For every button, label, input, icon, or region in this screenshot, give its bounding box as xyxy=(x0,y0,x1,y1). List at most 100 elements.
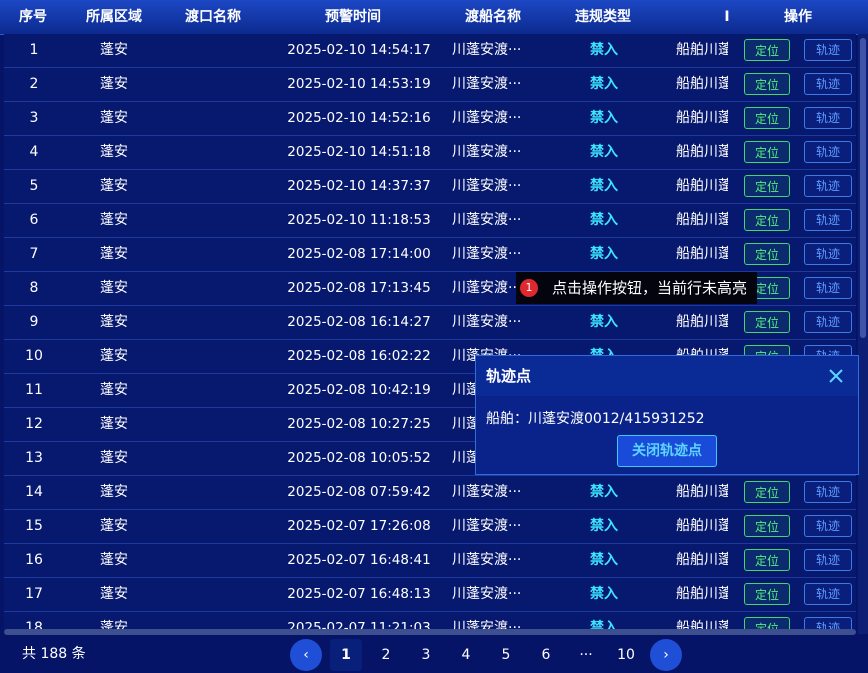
row-extra-text: 船舶川蓬 xyxy=(676,484,728,500)
row-area: 蓬安 xyxy=(100,552,128,568)
row-warning-time: 2025-02-10 11:18:53 xyxy=(287,212,431,228)
row-area: 蓬安 xyxy=(100,76,128,92)
track-button[interactable]: 轨迹 xyxy=(804,311,852,333)
table-row: 15 蓬安 2025-02-07 17:26:08 川蓬安渡··· 禁入 船舶川蓬 定位 轨迹 xyxy=(4,510,856,544)
locate-button[interactable]: 定位 xyxy=(744,243,790,265)
locate-button[interactable]: 定位 xyxy=(744,481,790,503)
row-vessel-name: 川蓬安渡··· xyxy=(452,518,522,534)
row-warning-time: 2025-02-07 16:48:13 xyxy=(287,586,431,602)
row-extra-text: 船舶川蓬 xyxy=(676,110,728,126)
next-page-button[interactable]: › xyxy=(650,639,682,671)
row-area: 蓬安 xyxy=(100,586,128,602)
track-button[interactable]: 轨迹 xyxy=(804,209,852,231)
annotation-tooltip: 1 点击操作按钮，当前行未高亮 xyxy=(516,272,758,304)
row-vessel-name: 川蓬安渡··· xyxy=(452,246,522,262)
row-violation-type: 禁入 xyxy=(590,314,618,330)
row-warning-time: 2025-02-07 17:26:08 xyxy=(287,518,431,534)
track-button[interactable]: 轨迹 xyxy=(804,175,852,197)
page-2[interactable]: 2 xyxy=(370,639,402,671)
row-violation-type: 禁入 xyxy=(590,246,618,262)
horizontal-scrollbar[interactable] xyxy=(4,629,856,635)
row-vessel-name: 川蓬安渡··· xyxy=(452,552,522,568)
row-index: 4 xyxy=(29,144,39,160)
row-warning-time: 2025-02-08 17:14:00 xyxy=(287,246,431,262)
total-count: 共 188 条 xyxy=(22,646,86,662)
row-extra-text: 船舶川蓬 xyxy=(676,144,728,160)
locate-button[interactable]: 定位 xyxy=(744,73,790,95)
track-button[interactable]: 轨迹 xyxy=(804,243,852,265)
header-warning-time: 预警时间 xyxy=(325,9,381,25)
locate-button[interactable]: 定位 xyxy=(744,39,790,61)
annotation-text: 点击操作按钮，当前行未高亮 xyxy=(552,279,748,297)
row-index: 1 xyxy=(29,42,39,58)
prev-page-button[interactable]: ‹ xyxy=(290,639,322,671)
track-points-dialog: 轨迹点 船舶：川蓬安渡0012/415931252 关闭轨迹点 xyxy=(475,355,859,475)
close-icon[interactable] xyxy=(824,364,848,388)
row-area: 蓬安 xyxy=(100,280,128,296)
row-index: 13 xyxy=(25,450,43,466)
track-button[interactable]: 轨迹 xyxy=(804,73,852,95)
row-violation-type: 禁入 xyxy=(590,144,618,160)
vertical-scrollbar[interactable] xyxy=(858,34,868,634)
row-vessel-name: 川蓬安渡··· xyxy=(452,586,522,602)
header-area: 所属区域 xyxy=(86,9,142,25)
row-extra-text: 船舶川蓬 xyxy=(676,76,728,92)
row-violation-type: 禁入 xyxy=(590,518,618,534)
locate-button[interactable]: 定位 xyxy=(744,311,790,333)
row-extra-text: 船舶川蓬 xyxy=(676,586,728,602)
locate-button[interactable]: 定位 xyxy=(744,107,790,129)
page-5[interactable]: 5 xyxy=(490,639,522,671)
locate-button[interactable]: 定位 xyxy=(744,583,790,605)
row-warning-time: 2025-02-10 14:54:17 xyxy=(287,42,431,58)
row-index: 12 xyxy=(25,416,43,432)
row-index: 8 xyxy=(29,280,39,296)
row-index: 16 xyxy=(25,552,43,568)
row-warning-time: 2025-02-10 14:37:37 xyxy=(287,178,431,194)
track-button[interactable]: 轨迹 xyxy=(804,481,852,503)
locate-button[interactable]: 定位 xyxy=(744,515,790,537)
track-button[interactable]: 轨迹 xyxy=(804,515,852,537)
page-3[interactable]: 3 xyxy=(410,639,442,671)
row-warning-time: 2025-02-08 16:02:22 xyxy=(287,348,431,364)
row-area: 蓬安 xyxy=(100,348,128,364)
row-warning-time: 2025-02-08 10:42:19 xyxy=(287,382,431,398)
row-area: 蓬安 xyxy=(100,212,128,228)
row-extra-text: 船舶川蓬 xyxy=(676,518,728,534)
row-violation-type: 禁入 xyxy=(590,178,618,194)
locate-button[interactable]: 定位 xyxy=(744,209,790,231)
page-10[interactable]: 10 xyxy=(610,639,642,671)
track-button[interactable]: 轨迹 xyxy=(804,549,852,571)
header-vessel-name: 渡船名称 xyxy=(465,9,521,25)
locate-button[interactable]: 定位 xyxy=(744,141,790,163)
row-violation-type: 禁入 xyxy=(590,586,618,602)
row-warning-time: 2025-02-08 10:27:25 xyxy=(287,416,431,432)
table-header: 序号 所属区域 渡口名称 预警时间 渡船名称 违规类型 I 操作 xyxy=(0,0,868,35)
row-area: 蓬安 xyxy=(100,518,128,534)
row-vessel-name: 川蓬安渡··· xyxy=(452,212,522,228)
page-6[interactable]: 6 xyxy=(530,639,562,671)
vertical-scrollbar-thumb[interactable] xyxy=(860,38,866,338)
header-extra: I xyxy=(724,9,730,25)
track-button[interactable]: 轨迹 xyxy=(804,583,852,605)
close-track-points-button[interactable]: 关闭轨迹点 xyxy=(617,435,717,467)
page-4[interactable]: 4 xyxy=(450,639,482,671)
row-warning-time: 2025-02-08 17:13:45 xyxy=(287,280,431,296)
locate-button[interactable]: 定位 xyxy=(744,549,790,571)
row-index: 10 xyxy=(25,348,43,364)
pagination-bar: 共 188 条 ‹ 1 2 3 4 5 6 ··· 10 › xyxy=(0,636,868,673)
header-action: 操作 xyxy=(784,9,812,25)
page-ellipsis[interactable]: ··· xyxy=(570,639,602,671)
track-button[interactable]: 轨迹 xyxy=(804,141,852,163)
locate-button[interactable]: 定位 xyxy=(744,175,790,197)
row-index: 9 xyxy=(29,314,39,330)
dialog-header: 轨迹点 xyxy=(476,356,858,396)
page-1[interactable]: 1 xyxy=(330,639,362,671)
row-violation-type: 禁入 xyxy=(590,76,618,92)
row-warning-time: 2025-02-10 14:52:16 xyxy=(287,110,431,126)
track-button[interactable]: 轨迹 xyxy=(804,277,852,299)
track-button[interactable]: 轨迹 xyxy=(804,39,852,61)
track-button[interactable]: 轨迹 xyxy=(804,107,852,129)
row-violation-type: 禁入 xyxy=(590,42,618,58)
row-extra-text: 船舶川蓬 xyxy=(676,178,728,194)
row-extra-text: 船舶川蓬 xyxy=(676,42,728,58)
